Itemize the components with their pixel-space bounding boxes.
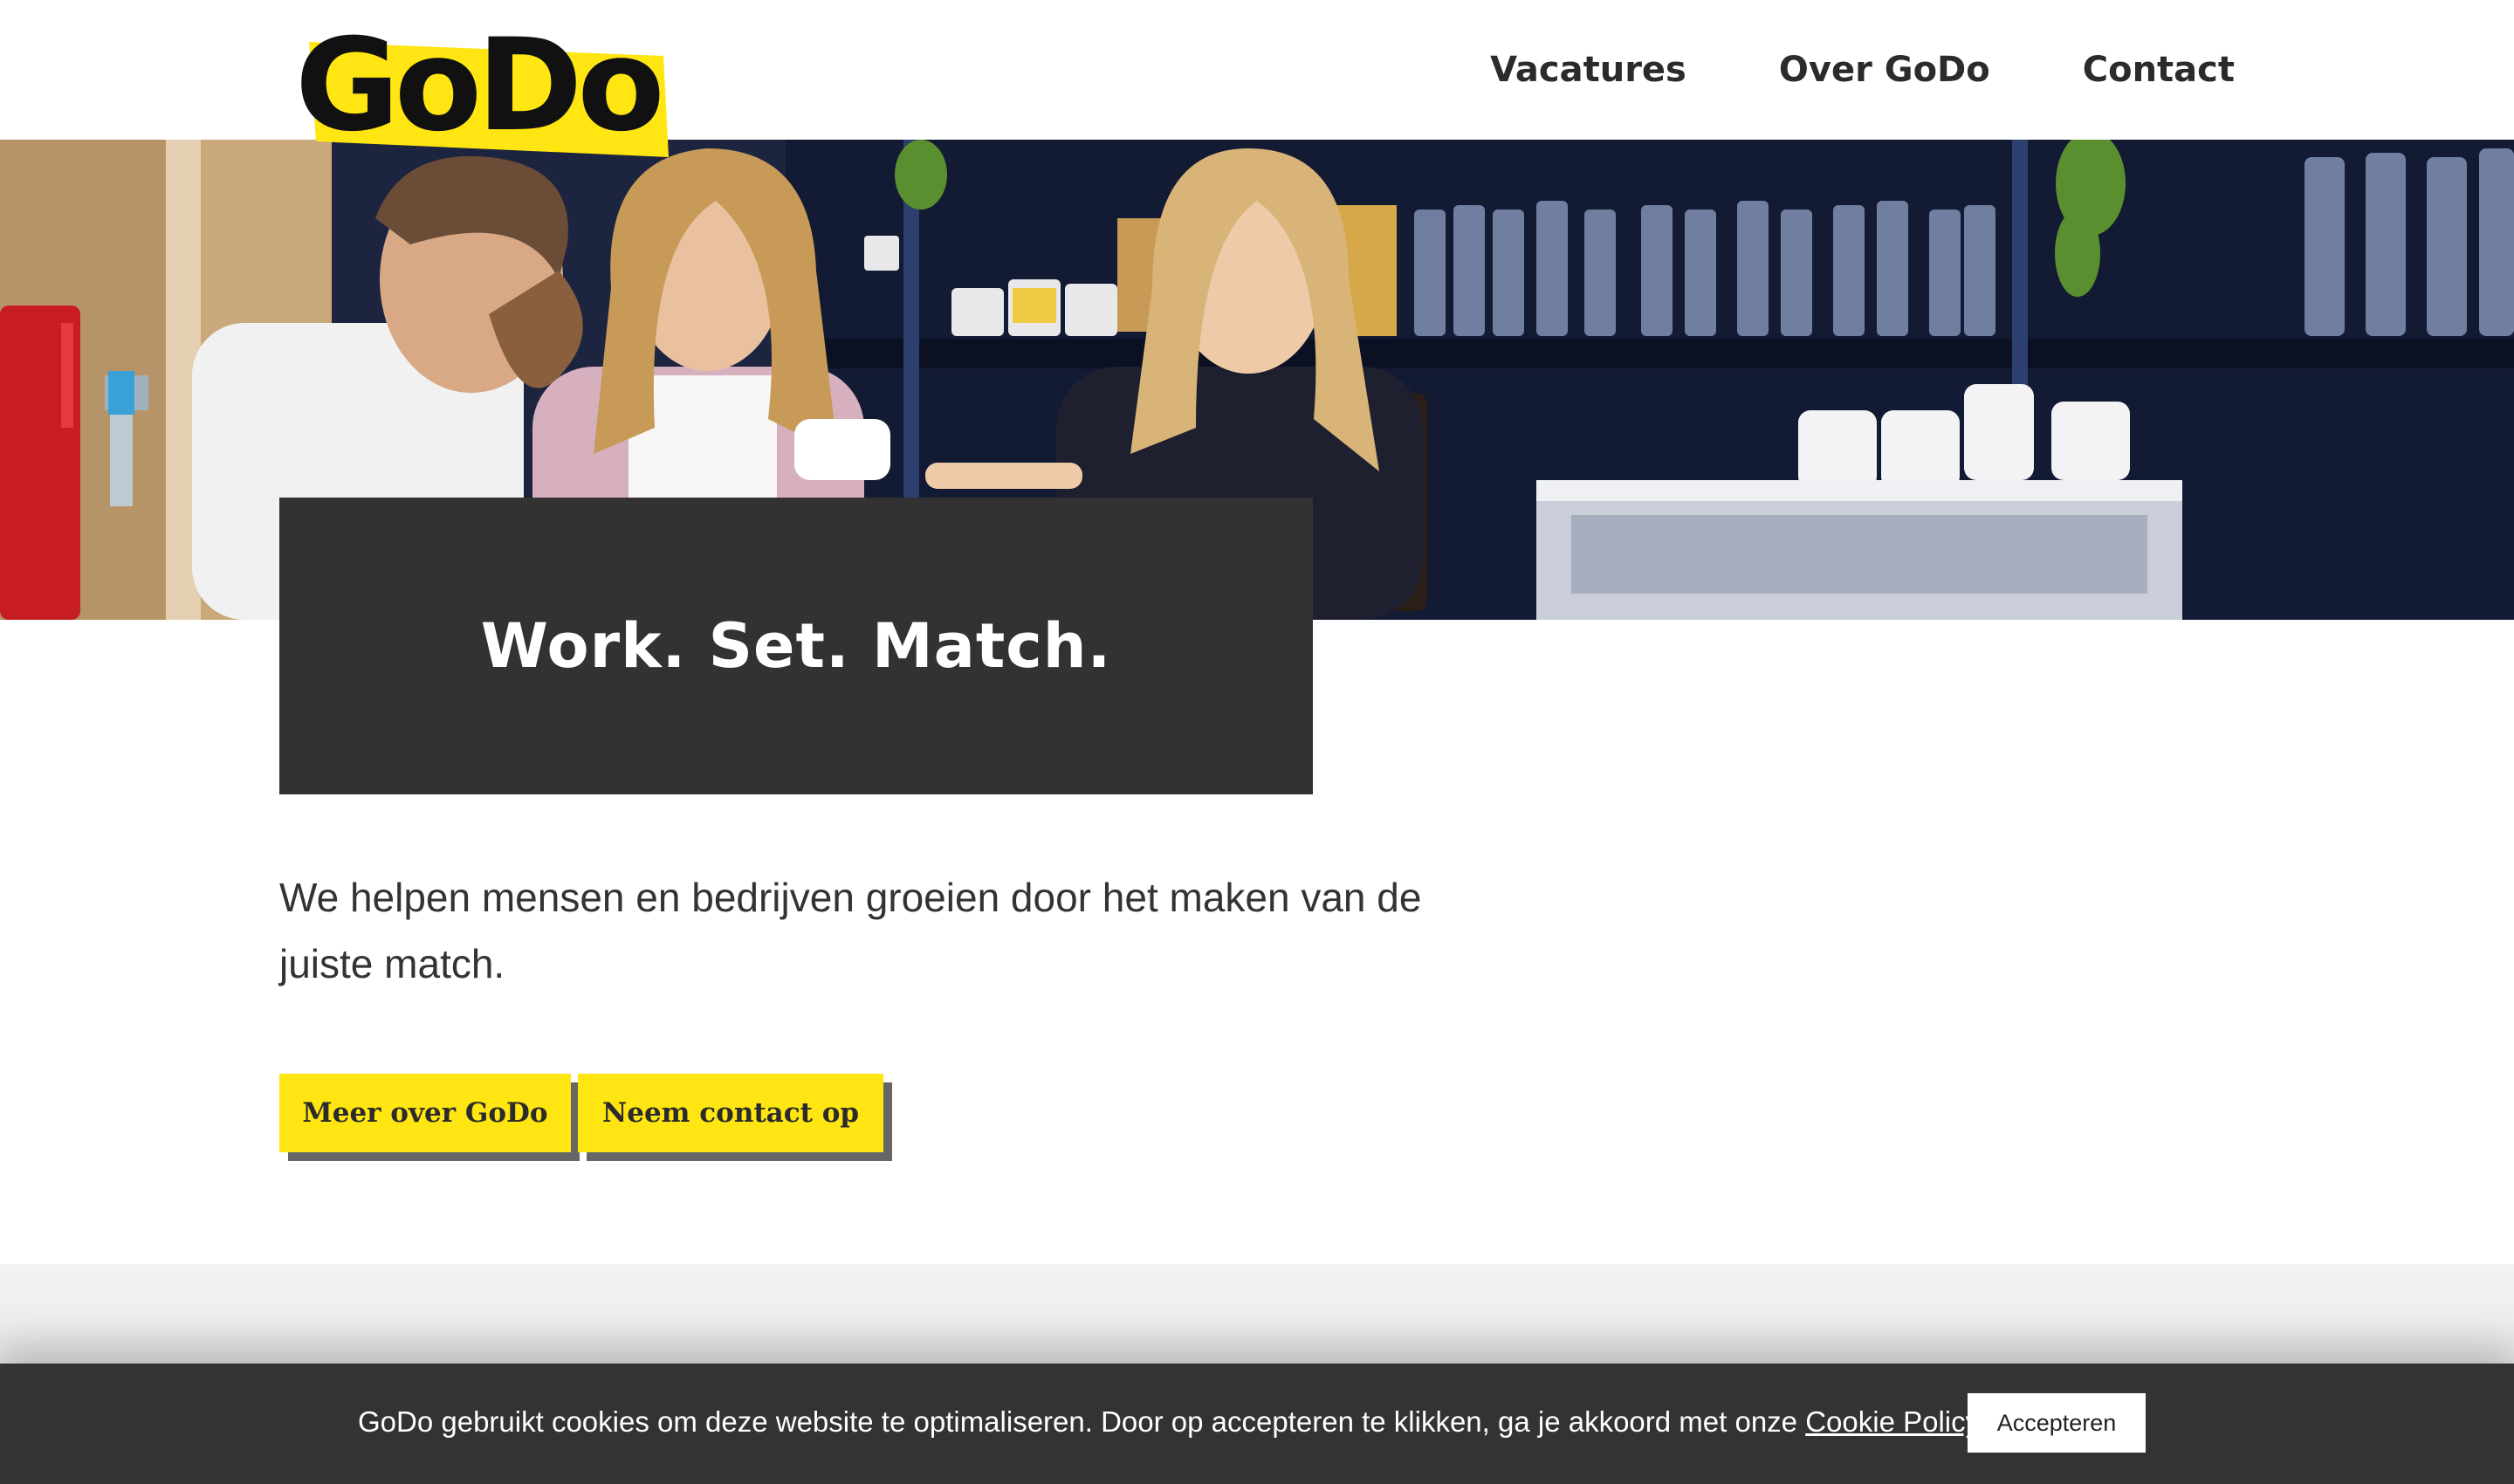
cookie-accept-button[interactable]: Accepteren bbox=[1968, 1393, 2146, 1453]
hero-buttons: Meer over GoDo Neem contact op bbox=[279, 1074, 883, 1152]
hero-title-box: Work. Set. Match. bbox=[279, 498, 1313, 794]
cookie-text: GoDo gebruikt cookies om deze website te… bbox=[358, 1405, 1806, 1438]
cookie-bar: GoDo gebruikt cookies om deze website te… bbox=[0, 1364, 2514, 1484]
godo-logo[interactable]: GoDo bbox=[290, 26, 674, 162]
nav-item-vacatures[interactable]: Vacatures bbox=[1490, 45, 1686, 94]
hero-intro: We helpen mensen en bedrijven groeien do… bbox=[279, 875, 1422, 986]
logo-wordmark: GoDo bbox=[295, 26, 660, 160]
neem-contact-op-button[interactable]: Neem contact op bbox=[578, 1074, 883, 1152]
meer-over-godo-button[interactable]: Meer over GoDo bbox=[279, 1074, 571, 1152]
page: Vacatures Over GoDo Contact GoDo Work. S… bbox=[0, 0, 2514, 1484]
nav-item-contact[interactable]: Contact bbox=[2083, 45, 2235, 94]
cookie-message: GoDo gebruikt cookies om deze website te… bbox=[358, 1402, 1980, 1442]
cookie-policy-link[interactable]: Cookie Policy bbox=[1805, 1405, 1980, 1438]
nav-item-over-godo[interactable]: Over GoDo bbox=[1779, 45, 1990, 94]
main-nav: Vacatures Over GoDo Contact bbox=[1490, 45, 2235, 94]
hero-title: Work. Set. Match. bbox=[480, 610, 1112, 682]
